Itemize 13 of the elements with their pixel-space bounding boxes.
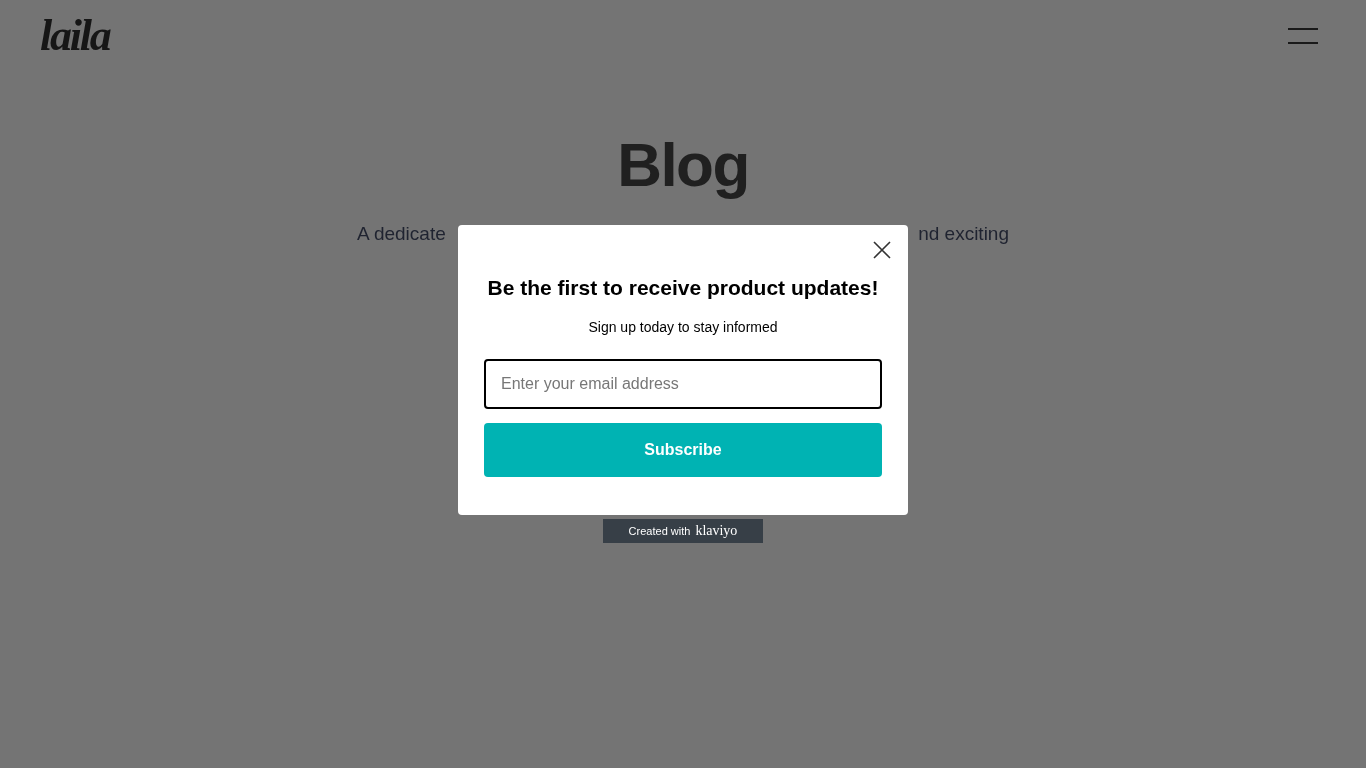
subscribe-button[interactable]: Subscribe (484, 422, 882, 477)
klaviyo-badge[interactable]: Created with klaviyo (603, 519, 763, 543)
badge-brand: klaviyo (695, 524, 738, 538)
popup-subheading: Sign up today to stay informed (588, 317, 778, 337)
page-subtitle: A dedicate (357, 222, 446, 246)
page-title: Blog (617, 130, 749, 200)
badge-text: Created with (628, 523, 691, 539)
email-field[interactable]: Enter your email address (484, 358, 882, 409)
menu-icon[interactable] (1288, 28, 1318, 44)
popup-heading: Be the first to receive product updates! (487, 275, 879, 301)
close-icon[interactable] (872, 240, 892, 260)
logo[interactable]: laila (40, 12, 110, 60)
page-subtitle: nd exciting (918, 222, 1009, 246)
